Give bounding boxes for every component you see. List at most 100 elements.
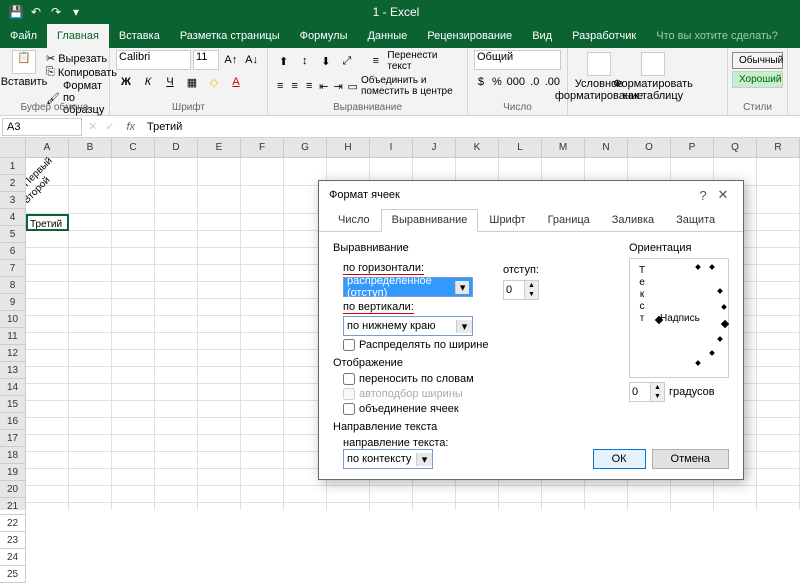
tab-home[interactable]: Главная [47,24,109,48]
cell[interactable] [241,248,284,265]
cell[interactable]: Третий [26,214,69,231]
cell[interactable] [112,401,155,418]
row-header[interactable]: 15 [0,396,26,413]
cell[interactable] [241,350,284,367]
cell[interactable] [757,333,800,350]
cell[interactable] [69,282,112,299]
cell[interactable] [542,503,585,510]
tab-number[interactable]: Число [327,209,381,231]
cell[interactable] [69,418,112,435]
cell[interactable] [26,350,69,367]
cell[interactable] [198,503,241,510]
cell[interactable] [155,299,198,316]
cell[interactable] [198,231,241,248]
tab-layout[interactable]: Разметка страницы [170,24,290,48]
cell[interactable] [241,503,284,510]
undo-icon[interactable]: ↶ [28,4,44,20]
cell[interactable] [757,469,800,486]
cell[interactable] [241,418,284,435]
cell[interactable] [671,503,714,510]
cell[interactable] [241,333,284,350]
cell[interactable] [26,316,69,333]
cell[interactable] [198,248,241,265]
col-header[interactable]: E [198,138,241,158]
row-header[interactable]: 18 [0,447,26,464]
tab-data[interactable]: Данные [357,24,417,48]
cell[interactable] [370,486,413,503]
cell[interactable] [69,158,112,186]
merge-cells-checkbox[interactable]: объединение ячеек [343,403,617,415]
col-header[interactable]: O [628,138,671,158]
spin-up-icon[interactable]: ▲ [651,383,664,392]
row-header[interactable]: 21 [0,498,26,515]
indent-spinner[interactable]: 0▲▼ [503,280,539,300]
cell[interactable] [69,299,112,316]
cell[interactable] [112,231,155,248]
tab-view[interactable]: Вид [522,24,562,48]
cell[interactable] [757,384,800,401]
cell[interactable] [26,333,69,350]
spin-up-icon[interactable]: ▲ [525,281,538,290]
align-right-icon[interactable]: ≡ [303,77,316,95]
cell[interactable] [198,282,241,299]
align-bottom-icon[interactable]: ⬇ [316,52,335,70]
horizontal-select[interactable]: распределенное (отступ)▾ [343,277,473,297]
cell[interactable] [671,486,714,503]
cell[interactable] [757,158,800,186]
col-header[interactable]: J [413,138,456,158]
orientation-control[interactable]: Текст Надпись [629,258,729,378]
cell[interactable] [26,401,69,418]
underline-button[interactable]: Ч [160,72,180,92]
save-icon[interactable]: 💾 [8,4,24,20]
cell[interactable] [413,486,456,503]
row-header[interactable]: 19 [0,464,26,481]
border-button[interactable]: ▦ [182,72,202,92]
comma-icon[interactable]: 000 [506,72,526,92]
cell[interactable] [26,299,69,316]
row-header[interactable]: 22 [0,515,26,532]
cell[interactable] [198,452,241,469]
cell[interactable] [757,231,800,248]
cell[interactable] [112,248,155,265]
cell[interactable] [155,158,198,186]
cell[interactable] [241,452,284,469]
cell[interactable] [198,486,241,503]
tell-me[interactable]: Что вы хотите сделать? [646,24,788,48]
cell[interactable] [26,469,69,486]
cell[interactable] [155,435,198,452]
row-header[interactable]: 3 [0,192,26,209]
vertical-text-button[interactable]: Текст [634,265,650,325]
format-as-table-button[interactable]: Форматировать как таблицу [628,52,678,113]
cell[interactable] [757,214,800,231]
cell[interactable] [241,158,284,186]
row-header[interactable]: 1 [0,158,26,175]
direction-select[interactable]: по контексту▾ [343,449,433,469]
row-header[interactable]: 24 [0,549,26,566]
cell[interactable] [757,316,800,333]
copy-button[interactable]: ⎘Копировать [46,66,117,79]
cell[interactable] [284,486,327,503]
vertical-select[interactable]: по нижнему краю▾ [343,316,473,336]
row-header[interactable]: 4 [0,209,26,226]
cell[interactable] [757,452,800,469]
col-header[interactable]: I [370,138,413,158]
cell[interactable] [499,486,542,503]
cell[interactable] [241,384,284,401]
cell[interactable] [26,265,69,282]
cell[interactable] [69,401,112,418]
cell[interactable] [241,401,284,418]
col-header[interactable]: C [112,138,155,158]
row-header[interactable]: 2 [0,175,26,192]
cell[interactable] [112,316,155,333]
orientation-icon[interactable]: ⤢ [337,52,356,70]
cell[interactable] [198,299,241,316]
cell[interactable] [26,503,69,510]
cell[interactable] [757,265,800,282]
cell[interactable] [112,333,155,350]
cell[interactable] [757,503,800,510]
cell[interactable] [69,503,112,510]
indent-inc-icon[interactable]: ⇥ [332,77,345,95]
style-good[interactable]: Хороший [732,71,783,88]
cell[interactable] [112,186,155,214]
cell[interactable] [155,503,198,510]
